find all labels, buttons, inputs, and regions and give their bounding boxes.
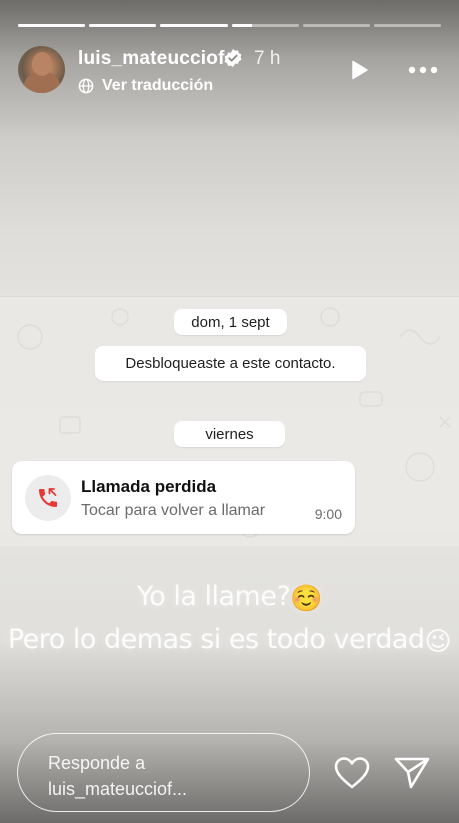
date-separator: viernes bbox=[174, 421, 285, 447]
story-timestamp: 7 h bbox=[254, 48, 281, 69]
heart-icon[interactable] bbox=[333, 756, 371, 790]
progress-segment-current bbox=[231, 24, 299, 27]
translate-label: Ver traducción bbox=[102, 77, 214, 94]
play-icon[interactable] bbox=[347, 58, 371, 82]
reply-input[interactable] bbox=[17, 733, 310, 812]
missed-call-message[interactable]: Llamada perdida Tocar para volver a llam… bbox=[12, 461, 355, 534]
progress-segment bbox=[373, 24, 442, 27]
missed-call-icon-wrap bbox=[25, 475, 71, 521]
progress-segment bbox=[18, 24, 86, 27]
missed-call-title: Llamada perdida bbox=[81, 477, 217, 496]
story-caption-line-2: Pero lo demas si es todo verdad😉 bbox=[0, 624, 459, 657]
date-separator: dom, 1 sept bbox=[174, 309, 287, 335]
progress-segment bbox=[160, 24, 228, 27]
missed-call-icon bbox=[39, 488, 57, 507]
story-caption-line-1: Yo la llame?☺️ bbox=[0, 581, 459, 614]
story-progress-bar bbox=[18, 24, 442, 27]
story-header: luis_mateucciof 7 h Ver traducción bbox=[18, 44, 441, 96]
missed-call-time: 9:00 bbox=[314, 506, 342, 522]
system-message: Desbloqueaste a este contacto. bbox=[95, 346, 366, 381]
send-icon[interactable] bbox=[393, 755, 431, 791]
verified-badge-icon bbox=[224, 49, 242, 67]
smiling-face-emoji: ☺️ bbox=[290, 584, 323, 614]
globe-icon bbox=[78, 78, 94, 94]
translate-button[interactable]: Ver traducción bbox=[78, 76, 213, 96]
progress-segment bbox=[302, 24, 370, 27]
caption-text: Pero lo demas si es todo verdad bbox=[7, 624, 425, 655]
progress-segment bbox=[89, 24, 157, 27]
caption-text: Yo la llame? bbox=[136, 581, 291, 612]
winking-face-emoji: 😉 bbox=[424, 627, 452, 657]
avatar[interactable] bbox=[18, 46, 65, 93]
missed-call-subtitle: Tocar para volver a llamar bbox=[81, 502, 266, 519]
username[interactable]: luis_mateucciof bbox=[78, 48, 225, 70]
story-viewer[interactable]: luis_mateucciof 7 h Ver traducción dom, … bbox=[0, 0, 459, 823]
more-options-icon[interactable] bbox=[405, 58, 441, 82]
